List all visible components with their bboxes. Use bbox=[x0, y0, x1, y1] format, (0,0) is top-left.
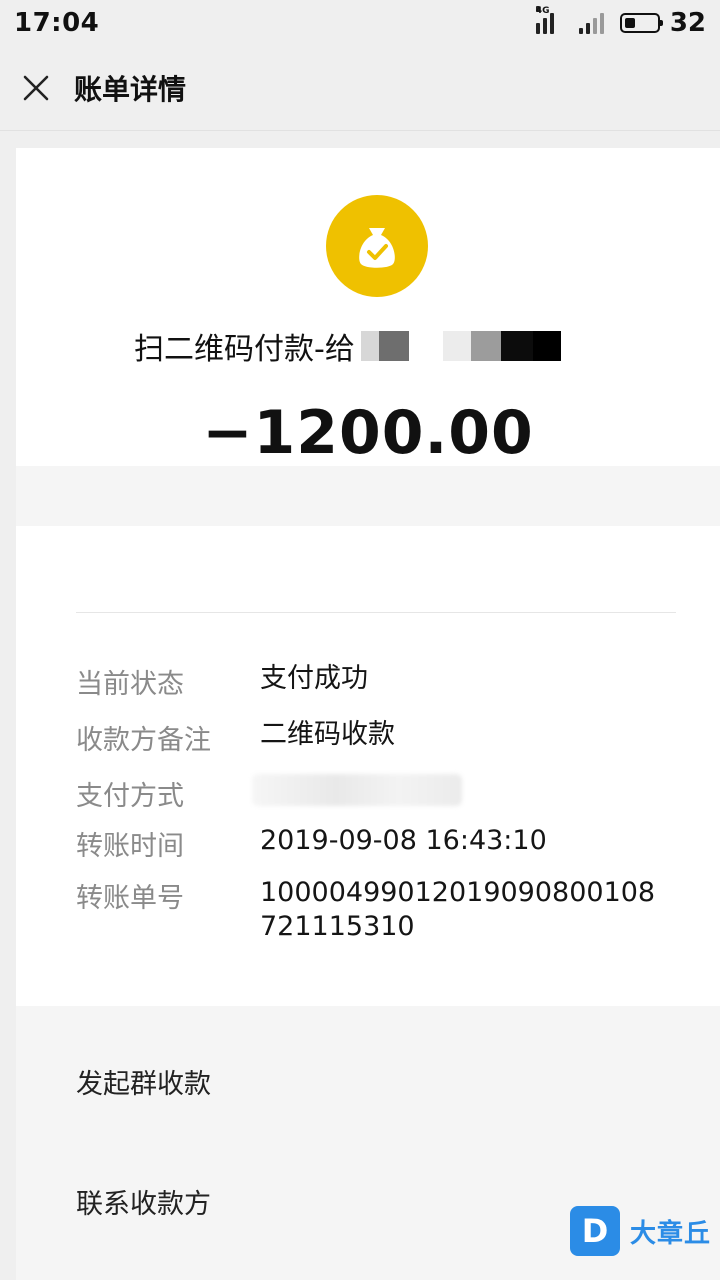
watermark-logo-icon: D bbox=[570, 1206, 620, 1256]
redacted-block bbox=[500, 331, 533, 361]
merchant-line: 扫二维码付款-给 bbox=[134, 326, 561, 367]
redacted-block bbox=[360, 331, 379, 361]
detail-row-payee-note: 收款方备注 二维码收款 bbox=[76, 718, 686, 757]
detail-value: 10000499012019090800108721115310 bbox=[260, 877, 656, 942]
detail-value: 支付成功 bbox=[260, 663, 368, 694]
detail-value: 2019-09-08 16:43:10 bbox=[260, 825, 547, 856]
redacted-block bbox=[408, 331, 443, 361]
network-label: 4G bbox=[535, 6, 550, 16]
signal-4g-icon: 4G bbox=[535, 6, 561, 34]
detail-value: 二维码收款 bbox=[260, 719, 395, 750]
amount-container: −1200.00 bbox=[16, 398, 720, 468]
watermark-text: 大章丘 bbox=[630, 1218, 712, 1249]
battery-icon bbox=[619, 13, 663, 33]
redacted-block bbox=[442, 331, 471, 361]
signal-icon bbox=[578, 12, 604, 34]
redacted-block bbox=[532, 331, 561, 361]
transaction-summary-card: 扫二维码付款-给 −1200.00 bbox=[16, 148, 720, 468]
close-icon bbox=[23, 75, 49, 101]
watermark: D 大章丘 bbox=[570, 1206, 711, 1256]
detail-row-payment-method: 支付方式 bbox=[76, 774, 686, 813]
detail-row-transfer-time: 转账时间 2019-09-08 16:43:10 bbox=[76, 824, 686, 863]
status-indicators: 4G 32 bbox=[535, 6, 706, 38]
detail-row-status: 当前状态 支付成功 bbox=[76, 662, 686, 701]
detail-label: 收款方备注 bbox=[76, 725, 211, 756]
detail-label: 当前状态 bbox=[76, 669, 184, 700]
status-time: 17:04 bbox=[14, 8, 100, 38]
redacted-payment-method bbox=[252, 774, 462, 806]
close-button[interactable] bbox=[0, 46, 72, 130]
detail-label: 转账时间 bbox=[76, 831, 184, 862]
merchant-prefix: 扫二维码付款-给 bbox=[134, 332, 355, 367]
detail-label: 转账单号 bbox=[76, 883, 184, 914]
section-spacer bbox=[16, 466, 720, 526]
divider bbox=[76, 612, 676, 613]
redacted-block bbox=[470, 331, 501, 361]
detail-label: 支付方式 bbox=[76, 781, 184, 812]
header-bar: 账单详情 bbox=[0, 46, 720, 131]
group-collect-link[interactable]: 发起群收款 bbox=[76, 1062, 211, 1101]
status-bar: 17:04 4G 32 bbox=[0, 0, 720, 46]
redacted-block bbox=[378, 331, 409, 361]
page-title: 账单详情 bbox=[74, 73, 187, 106]
transaction-details-card: 当前状态 支付成功 收款方备注 二维码收款 支付方式 转账时间 2019-09-… bbox=[16, 526, 720, 1006]
contact-payee-link[interactable]: 联系收款方 bbox=[76, 1182, 211, 1221]
money-bag-check-icon bbox=[326, 195, 428, 297]
detail-row-transfer-number: 转账单号 10000499012019090800108721115310 bbox=[76, 876, 686, 944]
battery-level: 32 bbox=[669, 8, 706, 38]
transaction-amount: −1200.00 bbox=[202, 398, 534, 468]
